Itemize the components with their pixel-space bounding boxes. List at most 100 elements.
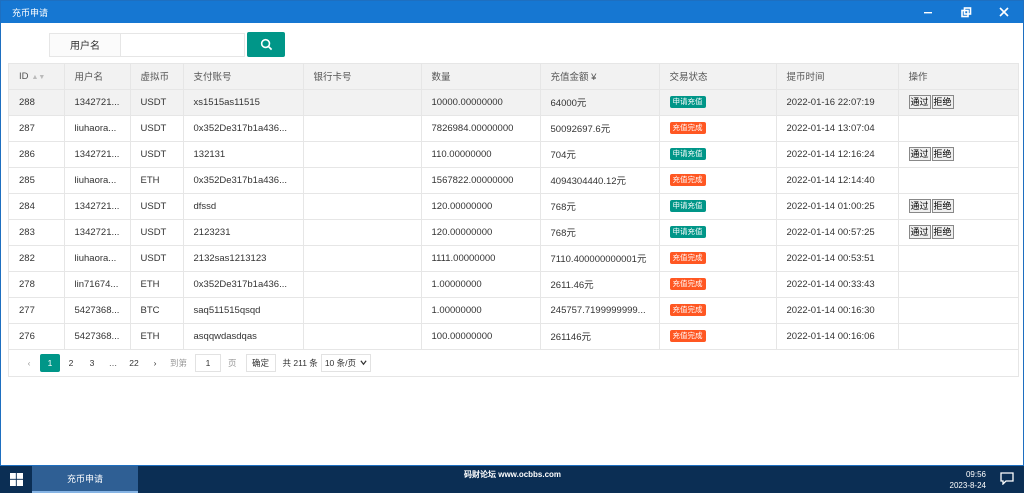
sort-icon[interactable]: ▲▼ bbox=[32, 74, 46, 81]
table-row[interactable]: 288 1342721... USDT xs1515as11515 10000.0000… bbox=[9, 89, 1018, 116]
cell-bank bbox=[303, 167, 422, 194]
cell-user: 1342721... bbox=[64, 193, 131, 220]
cell-id: 276 bbox=[9, 323, 65, 350]
table-row[interactable]: 287 liuhaora... USDT 0x352De317b1a436... 782… bbox=[9, 115, 1018, 142]
cell-bank bbox=[303, 193, 422, 220]
next-page-button[interactable]: › bbox=[145, 354, 165, 372]
page-3-button[interactable]: 3 bbox=[82, 354, 102, 372]
restore-button[interactable] bbox=[947, 1, 985, 23]
cell-id: 288 bbox=[9, 89, 65, 116]
cell-status: 充值完成 bbox=[659, 323, 777, 350]
approve-button[interactable]: 通过 bbox=[908, 95, 931, 109]
page-unit-label: 页 bbox=[228, 357, 237, 368]
cell-qty: 10000.00000000 bbox=[421, 89, 541, 116]
cell-actions bbox=[898, 115, 1018, 142]
reject-button[interactable]: 拒绝 bbox=[931, 147, 954, 161]
cell-qty: 7826984.00000000 bbox=[421, 115, 541, 142]
cell-bank bbox=[303, 323, 422, 350]
approve-button[interactable]: 通过 bbox=[908, 225, 931, 239]
clock-date: 2023-8-24 bbox=[949, 481, 986, 490]
cell-time: 2022-01-14 01:00:25 bbox=[776, 193, 899, 220]
close-button[interactable] bbox=[985, 1, 1023, 23]
table-row[interactable]: 284 1342721... USDT dfssd 120.00000000 768元 申请… bbox=[9, 193, 1018, 220]
search-button[interactable] bbox=[247, 32, 285, 57]
close-icon bbox=[999, 7, 1009, 17]
page-1-button[interactable]: 1 bbox=[40, 353, 60, 372]
cell-actions: 通过 拒绝 bbox=[898, 193, 1018, 220]
taskbar-app-item[interactable]: 充币申请 bbox=[32, 466, 138, 493]
cell-qty: 120.00000000 bbox=[421, 193, 541, 220]
table-row[interactable]: 278 lin71674... ETH 0x352De317b1a436... 1.00… bbox=[9, 271, 1018, 298]
reject-button[interactable]: 拒绝 bbox=[931, 225, 954, 239]
col-header-time: 提币时间 bbox=[776, 64, 899, 90]
cell-qty: 110.00000000 bbox=[421, 141, 541, 168]
reject-button[interactable]: 拒绝 bbox=[931, 95, 954, 109]
col-header-amount: 充值金额 ¥ bbox=[540, 64, 660, 90]
cell-time: 2022-01-14 13:07:04 bbox=[776, 115, 899, 142]
cell-actions bbox=[898, 297, 1018, 324]
table-row[interactable]: 285 liuhaora... ETH 0x352De317b1a436... 1567… bbox=[9, 167, 1018, 194]
page-22-button[interactable]: 22 bbox=[124, 354, 144, 372]
cell-user: liuhaora... bbox=[64, 245, 131, 272]
cell-qty: 1.00000000 bbox=[421, 297, 541, 324]
title-bar[interactable]: 充币申请 bbox=[1, 1, 1023, 23]
cell-bank bbox=[303, 89, 422, 116]
cell-time: 2022-01-14 00:57:25 bbox=[776, 219, 899, 246]
approve-button[interactable]: 通过 bbox=[908, 199, 931, 213]
reject-button[interactable]: 拒绝 bbox=[931, 199, 954, 213]
cell-status: 申请充值 bbox=[659, 193, 777, 220]
minimize-button[interactable] bbox=[909, 1, 947, 23]
chevron-down-icon bbox=[360, 360, 367, 366]
app-window: 充币申请 用户名 ID ▲▼ 用户名 虚拟币 支付账号 银行卡号 数量 充值金额… bbox=[0, 0, 1024, 466]
cell-amount: 245757.7199999999... bbox=[540, 297, 660, 324]
restore-icon bbox=[960, 6, 971, 17]
window-title: 充币申请 bbox=[12, 7, 49, 18]
table-row[interactable]: 286 1342721... USDT 132131 110.00000000 704元申… bbox=[9, 141, 1018, 168]
data-table: ID ▲▼ 用户名 虚拟币 支付账号 银行卡号 数量 充值金额 ¥ 交易状态 提币… bbox=[8, 63, 1019, 377]
cell-account: 2132sas1213123 bbox=[183, 245, 304, 272]
col-header-id[interactable]: ID ▲▼ bbox=[9, 64, 65, 90]
cell-status: 充值完成 bbox=[659, 245, 777, 272]
cell-user: 5427368... bbox=[64, 297, 131, 324]
prev-page-button[interactable]: ‹ bbox=[19, 354, 39, 372]
cell-id: 282 bbox=[9, 245, 65, 272]
cell-qty: 1.00000000 bbox=[421, 271, 541, 298]
table-row[interactable]: 283 1342721... USDT 2123231 120.00000000 768元… bbox=[9, 219, 1018, 246]
cell-user: 5427368... bbox=[64, 323, 131, 350]
notification-icon bbox=[1000, 472, 1014, 486]
status-badge: 申请充值 bbox=[669, 226, 706, 238]
col-header-coin: 虚拟币 bbox=[130, 64, 184, 90]
col-header-account: 支付账号 bbox=[183, 64, 304, 90]
cell-time: 2022-01-14 00:16:06 bbox=[776, 323, 899, 350]
page-2-button[interactable]: 2 bbox=[61, 354, 81, 372]
cell-status: 充值完成 bbox=[659, 297, 777, 324]
cell-id: 283 bbox=[9, 219, 65, 246]
status-badge: 充值完成 bbox=[669, 252, 706, 264]
table-header-row: ID ▲▼ 用户名 虚拟币 支付账号 银行卡号 数量 充值金额 ¥ 交易状态 提币… bbox=[9, 64, 1018, 90]
col-header-username: 用户名 bbox=[64, 64, 131, 90]
cell-account: 132131 bbox=[183, 141, 304, 168]
cell-qty: 100.00000000 bbox=[421, 323, 541, 350]
cell-time: 2022-01-14 12:16:24 bbox=[776, 141, 899, 168]
table-row[interactable]: 277 5427368... BTC saq511515qsqd 1.00000000 2… bbox=[9, 297, 1018, 324]
goto-confirm-button[interactable]: 确定 bbox=[245, 353, 276, 372]
cell-amount: 7110.400000000001元 bbox=[540, 245, 660, 272]
cell-account: 0x352De317b1a436... bbox=[183, 271, 304, 298]
cell-time: 2022-01-14 12:14:40 bbox=[776, 167, 899, 194]
table-row[interactable]: 282 liuhaora... USDT 2132sas1213123 1111.000… bbox=[9, 245, 1018, 272]
username-label: 用户名 bbox=[49, 32, 121, 57]
notification-button[interactable] bbox=[1000, 472, 1014, 488]
goto-page-input[interactable]: 1 bbox=[195, 353, 222, 372]
approve-button[interactable]: 通过 bbox=[908, 147, 931, 161]
status-badge: 充值完成 bbox=[669, 304, 706, 316]
table-row[interactable]: 276 5427368... ETH asqqwdasdqas 100.00000000… bbox=[9, 323, 1018, 350]
start-button[interactable] bbox=[0, 466, 32, 493]
windows-icon bbox=[9, 473, 23, 486]
cell-qty: 120.00000000 bbox=[421, 219, 541, 246]
system-clock[interactable]: 09:56 2023-8-24 bbox=[950, 469, 986, 491]
username-input[interactable] bbox=[121, 32, 245, 57]
cell-coin: USDT bbox=[130, 115, 184, 142]
page-size-select[interactable]: 10 条/页 bbox=[320, 353, 371, 372]
cell-coin: USDT bbox=[130, 193, 184, 220]
cell-status: 充值完成 bbox=[659, 271, 777, 298]
